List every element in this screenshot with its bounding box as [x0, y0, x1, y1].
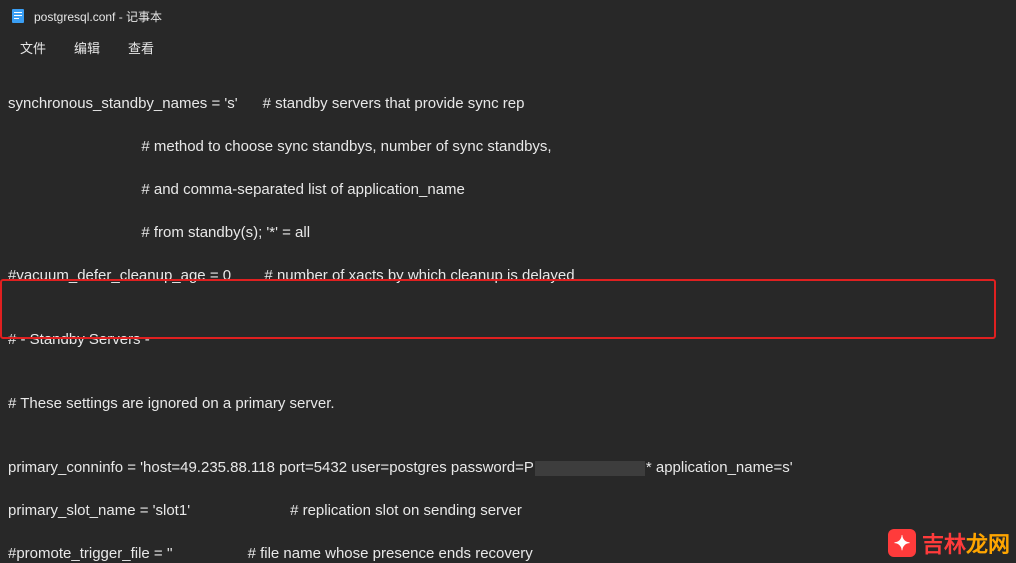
code-line: # from standby(s); '*' = all [8, 222, 1008, 243]
menu-view[interactable]: 查看 [114, 34, 168, 61]
code-line: # and comma-separated list of applicatio… [8, 179, 1008, 200]
code-line: synchronous_standby_names = 's' # standb… [8, 93, 1008, 114]
code-line: # - Standby Servers - [8, 329, 1008, 350]
menubar: 文件 编辑 查看 [0, 32, 1016, 62]
code-line: #vacuum_defer_cleanup_age = 0 # number o… [8, 265, 1008, 286]
watermark-text-yellow: 龙网 [966, 532, 1010, 557]
code-line: primary_conninfo = 'host=49.235.88.118 p… [8, 457, 1008, 478]
code-line: # These settings are ignored on a primar… [8, 393, 1008, 414]
code-text: primary_conninfo = 'host=49.235.88.118 p… [8, 459, 534, 476]
code-text: * application_name=s' [646, 459, 793, 476]
editor-content[interactable]: synchronous_standby_names = 's' # standb… [0, 62, 1016, 563]
titlebar: postgresql.conf - 记事本 [0, 0, 1016, 32]
window-title: postgresql.conf - 记事本 [34, 8, 162, 25]
code-line: primary_slot_name = 'slot1' # replicatio… [8, 500, 1008, 521]
menu-edit[interactable]: 编辑 [60, 34, 114, 61]
watermark: ✦ 吉林龙网 [888, 527, 1010, 559]
censored-password [535, 461, 645, 476]
code-line: #promote_trigger_file = '' # file name w… [8, 543, 1008, 563]
menu-file[interactable]: 文件 [6, 34, 60, 61]
watermark-text-red: 吉林 [922, 532, 966, 557]
code-line: # method to choose sync standbys, number… [8, 136, 1008, 157]
notepad-icon [10, 8, 26, 24]
watermark-logo-icon: ✦ [888, 529, 916, 557]
